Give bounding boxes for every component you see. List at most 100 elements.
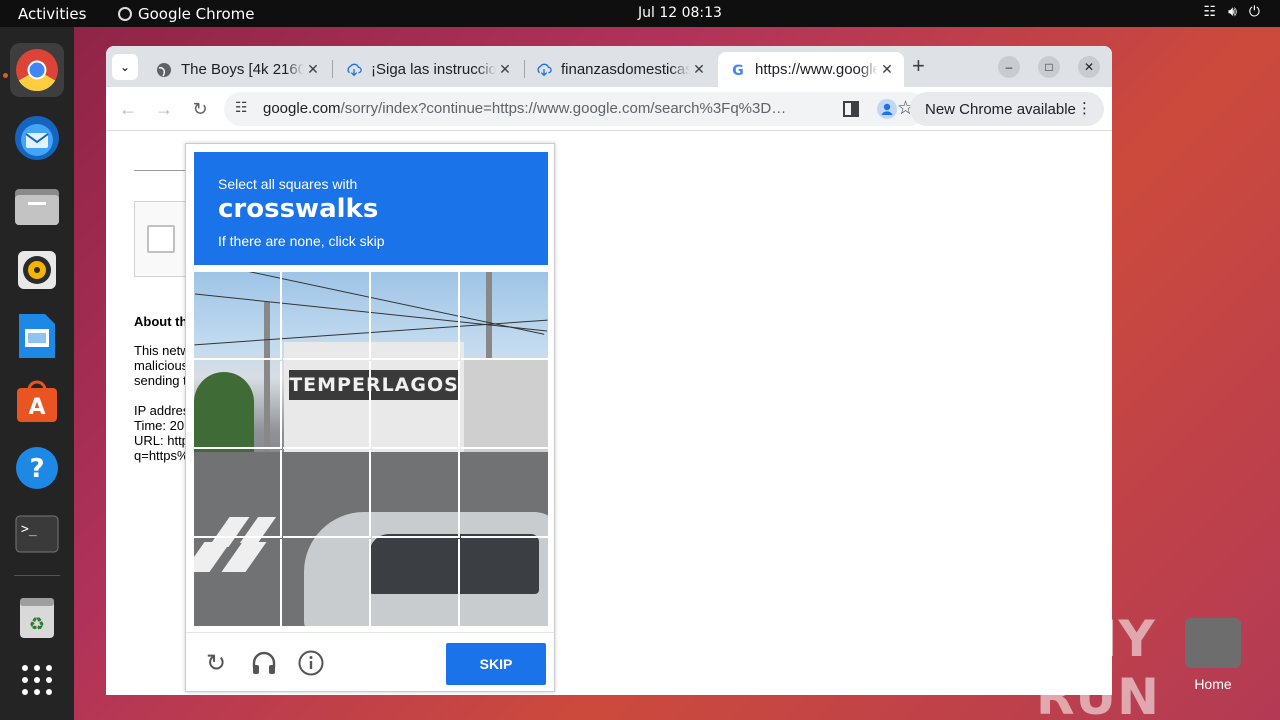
side-panel-button[interactable] [840,98,862,120]
update-label: New Chrome available [925,100,1076,118]
network-icon: ☷ [1203,4,1217,20]
arrow-right-icon: → [155,98,173,119]
side-panel-icon [843,101,859,117]
captcha-footer: ↻ SKIP [186,632,554,692]
tab-search-button[interactable]: ⌄ [112,54,138,80]
tab-strip: ⌄ The Boys [4k 2160p ✕ ¡Siga las instruc… [106,46,1112,87]
dock-chrome[interactable] [10,43,64,97]
dock-files[interactable] [10,179,64,233]
tab-finanzasdomesticas[interactable]: finanzasdomesticas ✕ [524,52,716,87]
maximize-icon: □ [1045,60,1053,74]
browser-toolbar: ← → ↻ ☷ google.com/sorry/index?continue=… [106,87,1112,131]
close-icon[interactable]: ✕ [878,61,896,78]
page-text-line: Time: 20 [134,418,185,433]
files-icon [15,189,59,225]
activities-button[interactable]: Activities [18,5,86,23]
dock-terminal[interactable]: >_ [10,507,64,561]
tab-google-active[interactable]: G https://www.google ✕ [718,52,904,87]
desktop-home-folder[interactable]: Home [1184,618,1242,692]
address-bar[interactable]: ☷ google.com/sorry/index?continue=https:… [224,92,926,126]
dock-trash[interactable]: ♻ [10,591,64,645]
dock-app-center[interactable]: A [10,375,64,429]
terminal-icon: >_ [15,515,59,553]
download-icon [536,62,552,78]
grid-tile[interactable] [461,539,548,626]
dock-show-apps[interactable] [10,653,64,707]
clock[interactable]: Jul 12 08:13 [638,5,722,21]
reload-icon: ↻ [192,98,208,119]
grid-tile[interactable] [283,361,371,449]
grid-tile[interactable] [461,272,548,360]
svg-text:?: ? [29,454,44,484]
recaptcha-checkbox[interactable] [147,225,175,253]
url-domain: google.com [263,100,341,117]
reload-challenge-icon[interactable]: ↻ [202,649,230,677]
grid-tile[interactable] [194,361,282,449]
dock-separator [14,575,60,576]
volume-icon: 🔊︎ [1228,4,1237,20]
page-text-line: q=https% [134,448,189,463]
close-icon[interactable]: ✕ [690,61,708,78]
page-text-line: IP addres [134,403,190,418]
site-info-icon[interactable]: ☷ [235,99,248,116]
headphones-icon[interactable] [250,649,278,677]
top-bar: Activities Google Chrome Jul 12 08:13 ☷ … [0,0,1280,27]
maximize-button[interactable]: □ [1038,56,1060,78]
chrome-update-button[interactable]: New Chrome available ⋮ [910,92,1104,126]
dock: A ? >_ ♻ [0,27,74,720]
system-tray[interactable]: ☷ 🔊︎ ⏻ [1204,4,1260,20]
tab-the-boys[interactable]: The Boys [4k 2160p ✕ [144,52,330,87]
speaker-icon [18,251,56,289]
grid-tile[interactable] [372,272,460,360]
chevron-down-icon: ⌄ [119,60,131,74]
url-text: google.com/sorry/index?continue=https://… [263,100,788,117]
grid-tile[interactable] [283,272,371,360]
minimize-button[interactable]: – [998,56,1020,78]
close-icon[interactable]: ✕ [304,61,322,78]
app-menu[interactable]: Google Chrome [118,5,255,23]
back-button[interactable]: ← [116,97,140,121]
close-icon[interactable]: ✕ [496,61,514,78]
tab-title: https://www.google [755,61,878,78]
chrome-icon [16,49,58,92]
grid-tile[interactable] [372,539,460,626]
new-tab-button[interactable]: + [912,54,925,78]
home-folder-icon [1185,618,1241,668]
reload-button[interactable]: ↻ [188,97,212,121]
tab-title: ¡Siga las instrucciones [371,61,496,78]
grid-tile[interactable] [461,361,548,449]
tab-siga-instrucciones[interactable]: ¡Siga las instrucciones ✕ [334,52,522,87]
dock-rhythmbox[interactable] [10,243,64,297]
page-text-line: URL: http [134,433,189,448]
skip-button[interactable]: SKIP [446,643,546,685]
google-icon: G [730,62,746,78]
grid-tile[interactable] [372,361,460,449]
dock-help[interactable]: ? [10,441,64,495]
trash-icon: ♻ [20,598,54,638]
grid-tile[interactable] [283,539,371,626]
grid-tile[interactable] [194,539,282,626]
grid-tile[interactable] [194,272,282,360]
profile-button[interactable] [876,98,898,120]
about-heading: About th [134,314,188,329]
tab-separator [332,60,333,78]
minimize-icon: – [1005,60,1013,74]
grid-tile[interactable] [461,450,548,538]
svg-text:A: A [28,395,45,420]
captcha-challenge: Select all squares with crosswalks If th… [185,143,555,692]
info-icon[interactable] [297,649,325,677]
dock-impress[interactable] [10,309,64,363]
svg-text:G: G [732,63,744,78]
thunderbird-icon [15,116,59,160]
grid-tile[interactable] [372,450,460,538]
forward-button[interactable]: → [152,97,176,121]
more-menu-icon[interactable]: ⋮ [1077,99,1092,117]
dock-thunderbird[interactable] [10,111,64,165]
captcha-target: crosswalks [218,194,379,224]
grid-tile[interactable] [194,450,282,538]
grid-tile[interactable] [283,450,371,538]
captcha-instruction: Select all squares with [218,176,358,192]
tab-title: finanzasdomesticas [561,61,690,78]
close-window-button[interactable]: ✕ [1078,56,1100,78]
running-indicator [3,73,8,78]
